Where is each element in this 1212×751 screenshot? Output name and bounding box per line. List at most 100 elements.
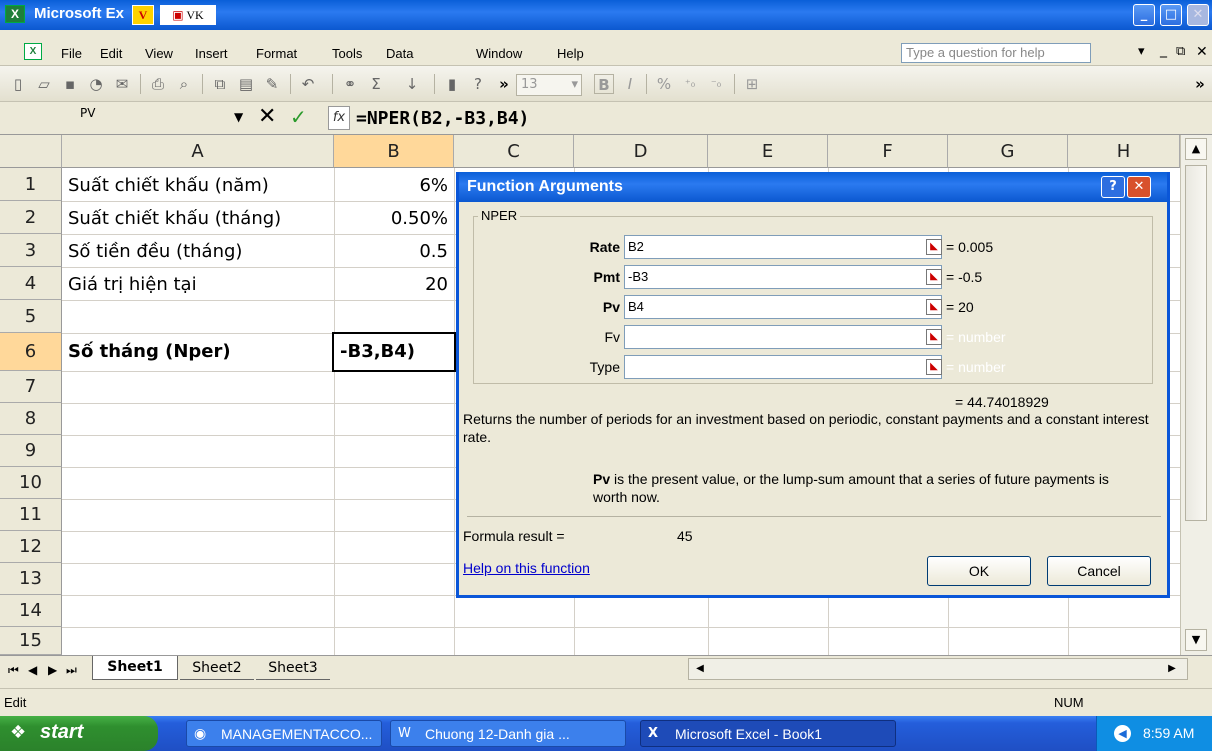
- hyperlink-icon[interactable]: ⚭: [340, 74, 360, 94]
- cancel-button[interactable]: Cancel: [1047, 556, 1151, 586]
- font-size-select[interactable]: 13 ▾: [516, 74, 582, 96]
- name-box[interactable]: PV ▼ ✕ ✓: [58, 104, 318, 130]
- type-input[interactable]: [624, 355, 942, 379]
- cell-a3[interactable]: Số tiền đều (tháng): [68, 241, 242, 262]
- tray-arrow-icon[interactable]: ◀: [1114, 725, 1131, 742]
- cell-b6-active[interactable]: -B3,B4): [332, 332, 456, 372]
- bold-button[interactable]: B: [594, 74, 614, 94]
- taskbar-item-word[interactable]: Chuong 12-Danh gia ...: [390, 720, 626, 747]
- column-header-f[interactable]: F: [828, 135, 948, 168]
- scrollbar-thumb[interactable]: [1185, 165, 1207, 521]
- print-icon[interactable]: ⎙: [148, 74, 168, 94]
- pmt-input[interactable]: -B3: [624, 265, 942, 289]
- row-header-10[interactable]: 10: [0, 467, 62, 499]
- menu-tools[interactable]: Tools: [332, 46, 362, 61]
- column-header-g[interactable]: G: [948, 135, 1068, 168]
- collapse-dialog-icon[interactable]: ◣: [926, 239, 942, 255]
- select-all-corner[interactable]: [0, 135, 62, 168]
- row-header-8[interactable]: 8: [0, 403, 62, 435]
- row-header-1[interactable]: 1: [0, 168, 62, 201]
- column-header-b[interactable]: B: [334, 135, 454, 168]
- dialog-close-button[interactable]: ✕: [1127, 176, 1151, 198]
- cancel-edit-icon[interactable]: ✕: [258, 104, 276, 129]
- open-icon[interactable]: ▱: [34, 74, 54, 94]
- autosum-icon[interactable]: Σ: [366, 74, 386, 94]
- undo-icon[interactable]: ↶: [298, 74, 318, 94]
- column-header-a[interactable]: A: [62, 135, 334, 168]
- chart-wizard-icon[interactable]: ▮: [442, 74, 462, 94]
- menu-help[interactable]: Help: [557, 46, 584, 61]
- collapse-dialog-icon[interactable]: ◣: [926, 329, 942, 345]
- column-header-c[interactable]: C: [454, 135, 574, 168]
- first-sheet-icon[interactable]: ⏮: [8, 663, 19, 678]
- next-sheet-icon[interactable]: ▶: [48, 663, 57, 677]
- collapse-dialog-icon[interactable]: ◣: [926, 299, 942, 315]
- rate-input[interactable]: B2: [624, 235, 942, 259]
- last-sheet-icon[interactable]: ⏭: [66, 663, 77, 678]
- menu-window[interactable]: Window: [476, 46, 522, 61]
- taskbar-item-excel[interactable]: Microsoft Excel - Book1: [640, 720, 896, 747]
- row-header-4[interactable]: 4: [0, 267, 62, 300]
- permission-icon[interactable]: ◔: [86, 74, 106, 94]
- increase-decimal-icon[interactable]: ⁺₀: [680, 74, 700, 94]
- name-box-dropdown-icon[interactable]: ▼: [234, 110, 243, 124]
- taskbar-item-management[interactable]: MANAGEMENTACCO...: [186, 720, 382, 747]
- help-icon[interactable]: ?: [468, 74, 488, 94]
- cell-a2[interactable]: Suất chiết khấu (tháng): [68, 208, 281, 229]
- sheet-tab-active[interactable]: Sheet1: [92, 656, 178, 680]
- toolbar-overflow-icon[interactable]: »: [494, 74, 514, 94]
- cell-a1[interactable]: Suất chiết khấu (năm): [68, 175, 269, 196]
- sheet-tab[interactable]: Sheet3: [256, 658, 330, 680]
- decrease-decimal-icon[interactable]: ⁻₀: [706, 74, 726, 94]
- new-icon[interactable]: ▯: [8, 74, 28, 94]
- v-icon[interactable]: V: [132, 5, 154, 25]
- row-header-13[interactable]: 13: [0, 563, 62, 595]
- maximize-button[interactable]: □: [1160, 4, 1182, 26]
- sheet-tab[interactable]: Sheet2: [180, 658, 254, 680]
- row-header-9[interactable]: 9: [0, 435, 62, 467]
- doc-minimize-icon[interactable]: _: [1160, 42, 1167, 58]
- cell-b2[interactable]: 0.50%: [334, 208, 448, 229]
- save-icon[interactable]: ▪: [60, 74, 80, 94]
- column-header-h[interactable]: H: [1068, 135, 1180, 168]
- menu-data[interactable]: Data: [386, 46, 413, 61]
- help-dropdown-icon[interactable]: ▾: [1138, 44, 1145, 59]
- copy-icon[interactable]: ⧉: [210, 74, 230, 94]
- row-header-12[interactable]: 12: [0, 531, 62, 563]
- pv-input[interactable]: B4: [624, 295, 942, 319]
- prev-sheet-icon[interactable]: ◀: [28, 663, 37, 677]
- scroll-left-icon[interactable]: ◀: [691, 660, 709, 678]
- row-header-2[interactable]: 2: [0, 201, 62, 234]
- cell-b4[interactable]: 20: [334, 274, 448, 295]
- row-header-11[interactable]: 11: [0, 499, 62, 531]
- row-header-6[interactable]: 6: [0, 333, 62, 371]
- cell-a4[interactable]: Giá trị hiện tại: [68, 274, 197, 295]
- scroll-right-icon[interactable]: ▶: [1163, 660, 1181, 678]
- column-header-d[interactable]: D: [574, 135, 708, 168]
- confirm-edit-icon[interactable]: ✓: [290, 105, 307, 129]
- excel-app-icon[interactable]: X: [5, 5, 25, 23]
- menu-view[interactable]: View: [145, 46, 173, 61]
- toolbar-overflow-icon[interactable]: »: [1190, 74, 1210, 94]
- row-header-15[interactable]: 15: [0, 627, 62, 655]
- horizontal-scrollbar[interactable]: ◀ ▶: [688, 658, 1188, 680]
- dialog-help-button[interactable]: ?: [1101, 176, 1125, 198]
- workbook-icon[interactable]: X: [24, 43, 42, 60]
- help-search-input[interactable]: Type a question for help: [901, 43, 1091, 63]
- scroll-up-icon[interactable]: ▲: [1185, 138, 1207, 160]
- cell-a6[interactable]: Số tháng (Nper): [68, 341, 231, 362]
- insert-function-button[interactable]: fx: [328, 106, 350, 130]
- menu-edit[interactable]: Edit: [100, 46, 122, 61]
- vk-icon[interactable]: ▣ VK: [160, 5, 216, 25]
- clock[interactable]: 8:59 AM: [1143, 725, 1194, 741]
- ok-button[interactable]: OK: [927, 556, 1031, 586]
- vertical-scrollbar[interactable]: ▲ ▼: [1180, 135, 1212, 655]
- format-painter-icon[interactable]: ✎: [262, 74, 282, 94]
- close-button[interactable]: ✕: [1187, 4, 1209, 26]
- fv-input[interactable]: [624, 325, 942, 349]
- cell-b3[interactable]: 0.5: [334, 241, 448, 262]
- print-preview-icon[interactable]: ⌕: [174, 74, 194, 94]
- row-header-3[interactable]: 3: [0, 234, 62, 267]
- row-header-14[interactable]: 14: [0, 595, 62, 627]
- borders-icon[interactable]: ⊞: [742, 74, 762, 94]
